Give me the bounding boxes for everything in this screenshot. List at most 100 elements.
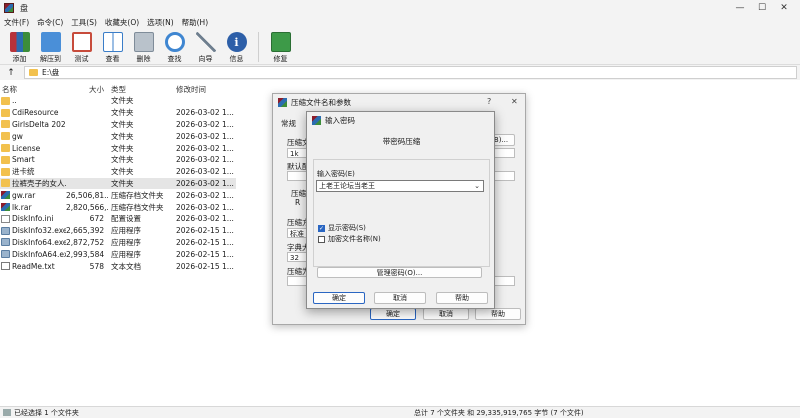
file-name-cell: DiskInfo32.exe: [0, 226, 66, 235]
rar-file-icon: [1, 203, 10, 212]
test-button[interactable]: 测试: [66, 29, 97, 65]
file-row[interactable]: License 文件夹 2026-03-02 1...: [0, 142, 236, 154]
cancel-button[interactable]: 取消: [423, 308, 469, 320]
title-bar: 盘 — ☐ ✕: [0, 0, 800, 16]
exe-file-icon: [1, 226, 10, 235]
file-type: 文件夹: [111, 108, 134, 118]
password-value: 上老王论坛当老王: [319, 182, 375, 190]
delete-button[interactable]: 删除: [128, 29, 159, 65]
ok-button[interactable]: 确定: [370, 308, 416, 320]
file-type: 应用程序: [111, 237, 141, 247]
close-icon[interactable]: ✕: [511, 97, 518, 106]
dictionary-select[interactable]: 32: [287, 252, 307, 262]
file-list-header: 名称 大小 类型 修改时间: [0, 83, 236, 95]
file-row[interactable]: gw.rar 26,506,81... 压缩存档文件夹 2026-03-02 1...: [0, 189, 236, 201]
radio-rar[interactable]: R: [295, 198, 300, 207]
up-arrow-icon[interactable]: ↑: [4, 67, 18, 79]
file-date: 2026-03-02 1...: [176, 108, 234, 118]
menu-help[interactable]: 帮助(H): [178, 17, 213, 28]
path-field[interactable]: E:\盘: [24, 66, 797, 79]
password-ok-button[interactable]: 确定: [313, 292, 365, 304]
close-button[interactable]: ✕: [770, 0, 798, 16]
file-row[interactable]: ReadMe.txt 578 文本文档 2026-02-15 1...: [0, 260, 236, 272]
column-date[interactable]: 修改时间: [176, 84, 236, 95]
password-help-button[interactable]: 帮助: [436, 292, 488, 304]
exe-file-icon: [1, 250, 10, 259]
chevron-down-icon[interactable]: ⌄: [474, 182, 480, 190]
menu-tools[interactable]: 工具(S): [67, 17, 101, 28]
password-input[interactable]: 上老王论坛当老王 ⌄: [316, 180, 484, 192]
file-name: License: [12, 143, 41, 153]
file-row[interactable]: DiskInfoA64.exe2,993,584 应用程序 2026-02-15 1…: [0, 248, 236, 260]
view-button[interactable]: 查看: [97, 29, 128, 65]
status-bar: 已经选择 1 个文件夹 总计 7 个文件夹 和 29,335,919,765 字…: [0, 406, 800, 418]
file-date: 2026-03-02 1...: [176, 143, 234, 153]
find-button[interactable]: 查找: [159, 29, 190, 65]
info-icon: i: [226, 32, 247, 52]
status-right: 总计 7 个文件夹 和 29,335,919,765 字节 (7 个文件): [414, 408, 584, 417]
file-name: ReadMe.txt: [12, 261, 55, 271]
add-button[interactable]: 添加: [4, 29, 35, 65]
file-type: 应用程序: [111, 226, 141, 236]
file-name: CdiResource: [12, 108, 59, 118]
file-row[interactable]: 拉裤壳子的女人... 文件夹 2026-03-02 1...: [0, 177, 236, 190]
help-button[interactable]: 帮助: [475, 308, 521, 320]
file-name-cell: GirlsDelta 202...: [0, 120, 66, 129]
file-size: 2,872,752: [66, 237, 105, 247]
file-row[interactable]: CdiResource 文件夹 2026-03-02 1...: [0, 107, 236, 119]
help-icon[interactable]: ?: [487, 97, 491, 106]
address-bar: ↑ E:\盘: [0, 65, 800, 80]
file-row[interactable]: .. 文件夹: [0, 95, 236, 107]
file-name-cell: DiskInfo.ini: [0, 214, 66, 223]
menu-commands[interactable]: 命令(C): [33, 17, 67, 28]
password-cancel-button[interactable]: 取消: [374, 292, 426, 304]
file-type: 文件夹: [111, 167, 134, 177]
file-date: 2026-03-02 1...: [176, 178, 234, 188]
file-name: lk.rar: [12, 202, 32, 212]
file-row[interactable]: DiskInfo.ini 672 配置设置 2026-03-02 1...: [0, 213, 236, 225]
method-select[interactable]: 标准: [287, 228, 307, 238]
file-name-cell: Smart: [0, 155, 66, 164]
file-row[interactable]: lk.rar 2,820,566,...压缩存档文件夹 2026-03-02 1..…: [0, 201, 236, 213]
encrypt-filenames-checkbox[interactable]: 加密文件名称(N): [318, 234, 381, 244]
file-date: 2026-02-15 1...: [176, 226, 234, 236]
manage-passwords-button[interactable]: 管理密码(O)...: [317, 267, 482, 278]
file-date: 2026-02-15 1...: [176, 249, 234, 259]
file-type: 应用程序: [111, 249, 141, 259]
info-button[interactable]: i 信息: [221, 29, 252, 65]
column-type[interactable]: 类型: [108, 84, 176, 95]
file-size: 2,820,566,...: [66, 202, 108, 212]
trash-icon: [133, 32, 154, 52]
show-password-checkbox[interactable]: ✓ 显示密码(S): [318, 223, 366, 233]
file-row[interactable]: DiskInfo32.exe 2,665,392 应用程序 2026-02-15 1.…: [0, 225, 236, 237]
file-name-cell: DiskInfoA64.exe: [0, 250, 66, 259]
wizard-button[interactable]: 向导: [190, 29, 221, 65]
file-row[interactable]: 进卡统 文件夹 2026-03-02 1...: [0, 166, 236, 178]
file-row[interactable]: gw 文件夹 2026-03-02 1...: [0, 130, 236, 142]
extract-folder-icon: [40, 32, 61, 52]
file-name-cell: 进卡统: [0, 166, 66, 177]
check-icon: ✓: [318, 224, 325, 232]
file-date: 2026-02-15 1...: [176, 261, 234, 271]
column-name[interactable]: 名称: [0, 84, 66, 95]
file-type: 文件夹: [111, 131, 134, 141]
rar-file-icon: [1, 191, 10, 200]
file-name-cell: gw: [0, 132, 66, 141]
extract-to-button[interactable]: 解压到: [35, 29, 66, 65]
file-list: 名称 大小 类型 修改时间 .. 文件夹 CdiResource 文件夹 2026-03…: [0, 83, 236, 272]
checkbox-box: [318, 235, 325, 243]
file-row[interactable]: GirlsDelta 202... 文件夹 2026-03-02 1...: [0, 119, 236, 131]
file-name: 拉裤壳子的女人...: [12, 178, 66, 188]
file-row[interactable]: Smart 文件夹 2026-03-02 1...: [0, 154, 236, 166]
menu-file[interactable]: 文件(F): [0, 17, 33, 28]
menu-options[interactable]: 选项(N): [143, 17, 177, 28]
file-row[interactable]: DiskInfo64.exe 2,872,752 应用程序 2026-02-15 1.…: [0, 237, 236, 249]
txt-file-icon: [1, 262, 10, 271]
tab-general[interactable]: 常规: [281, 118, 296, 129]
folder-icon: [1, 120, 10, 129]
repair-button[interactable]: 修复: [265, 29, 296, 65]
file-date: 2026-03-02 1...: [176, 131, 234, 141]
folder-icon: [1, 155, 10, 164]
menu-favorites[interactable]: 收藏夹(O): [101, 17, 143, 28]
column-size[interactable]: 大小: [66, 84, 108, 95]
